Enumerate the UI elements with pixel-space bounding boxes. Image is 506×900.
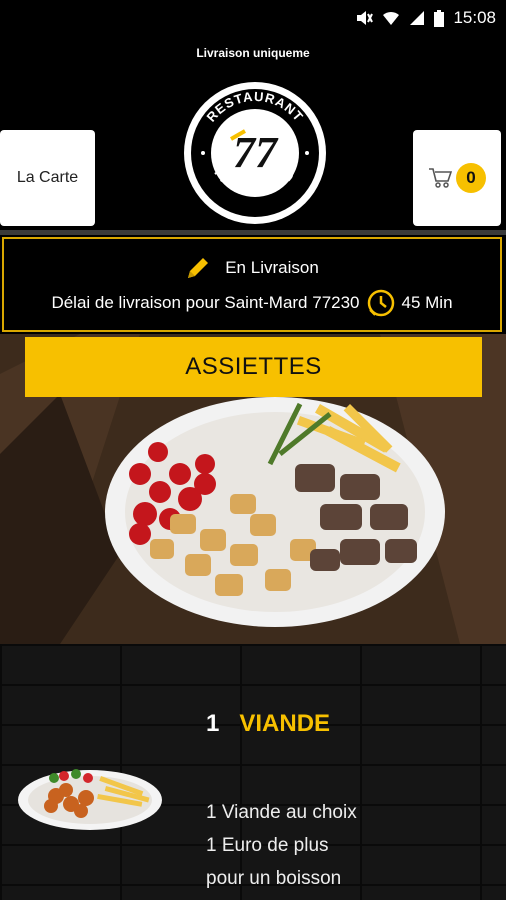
cart-button[interactable]: 0 bbox=[413, 130, 501, 226]
status-icons: 15:08 bbox=[355, 8, 496, 28]
wifi-icon bbox=[383, 11, 400, 25]
category-title[interactable]: ASSIETTES bbox=[25, 337, 482, 397]
menu-item-desc-line: 1 Euro de plus bbox=[206, 835, 329, 856]
menu-item-desc-line: pour un boisson bbox=[206, 868, 342, 889]
menu-item-description: 1 Viande au choix 1 Euro de plus pour un… bbox=[206, 796, 357, 895]
menu-item-heading[interactable]: 1 VIANDE bbox=[206, 710, 330, 738]
app-header: Livraison uniqueme RESTAURANT FAST FOOD … bbox=[0, 34, 506, 230]
clock-icon bbox=[367, 289, 394, 317]
pencil-icon bbox=[188, 258, 209, 278]
header-divider bbox=[0, 230, 506, 235]
cart-icon bbox=[429, 168, 452, 188]
delivery-delay-text: Délai de livraison pour Saint-Mard 77230 bbox=[51, 293, 360, 312]
delivery-info-panel[interactable]: En Livraison Délai de livraison pour Sai… bbox=[2, 237, 502, 332]
cart-count-badge: 0 bbox=[456, 163, 486, 193]
status-time: 15:08 bbox=[453, 8, 496, 27]
status-bar: 15:08 bbox=[0, 0, 506, 34]
menu-item-thumbnail[interactable] bbox=[16, 756, 164, 834]
signal-icon bbox=[410, 11, 425, 25]
restaurant-logo[interactable]: RESTAURANT FAST FOOD 77 bbox=[183, 81, 327, 225]
menu-item-number: 1 bbox=[206, 710, 220, 737]
menu-item-desc-line: 1 Viande au choix bbox=[206, 802, 357, 823]
mute-icon bbox=[357, 11, 374, 25]
battery-icon bbox=[434, 9, 445, 27]
delivery-note: Livraison uniqueme bbox=[196, 46, 310, 60]
delivery-delay-value: 45 Min bbox=[401, 293, 453, 312]
menu-item-name: VIANDE bbox=[239, 710, 331, 737]
delivery-mode: En Livraison bbox=[225, 258, 319, 277]
menu-button[interactable]: La Carte bbox=[0, 130, 95, 226]
